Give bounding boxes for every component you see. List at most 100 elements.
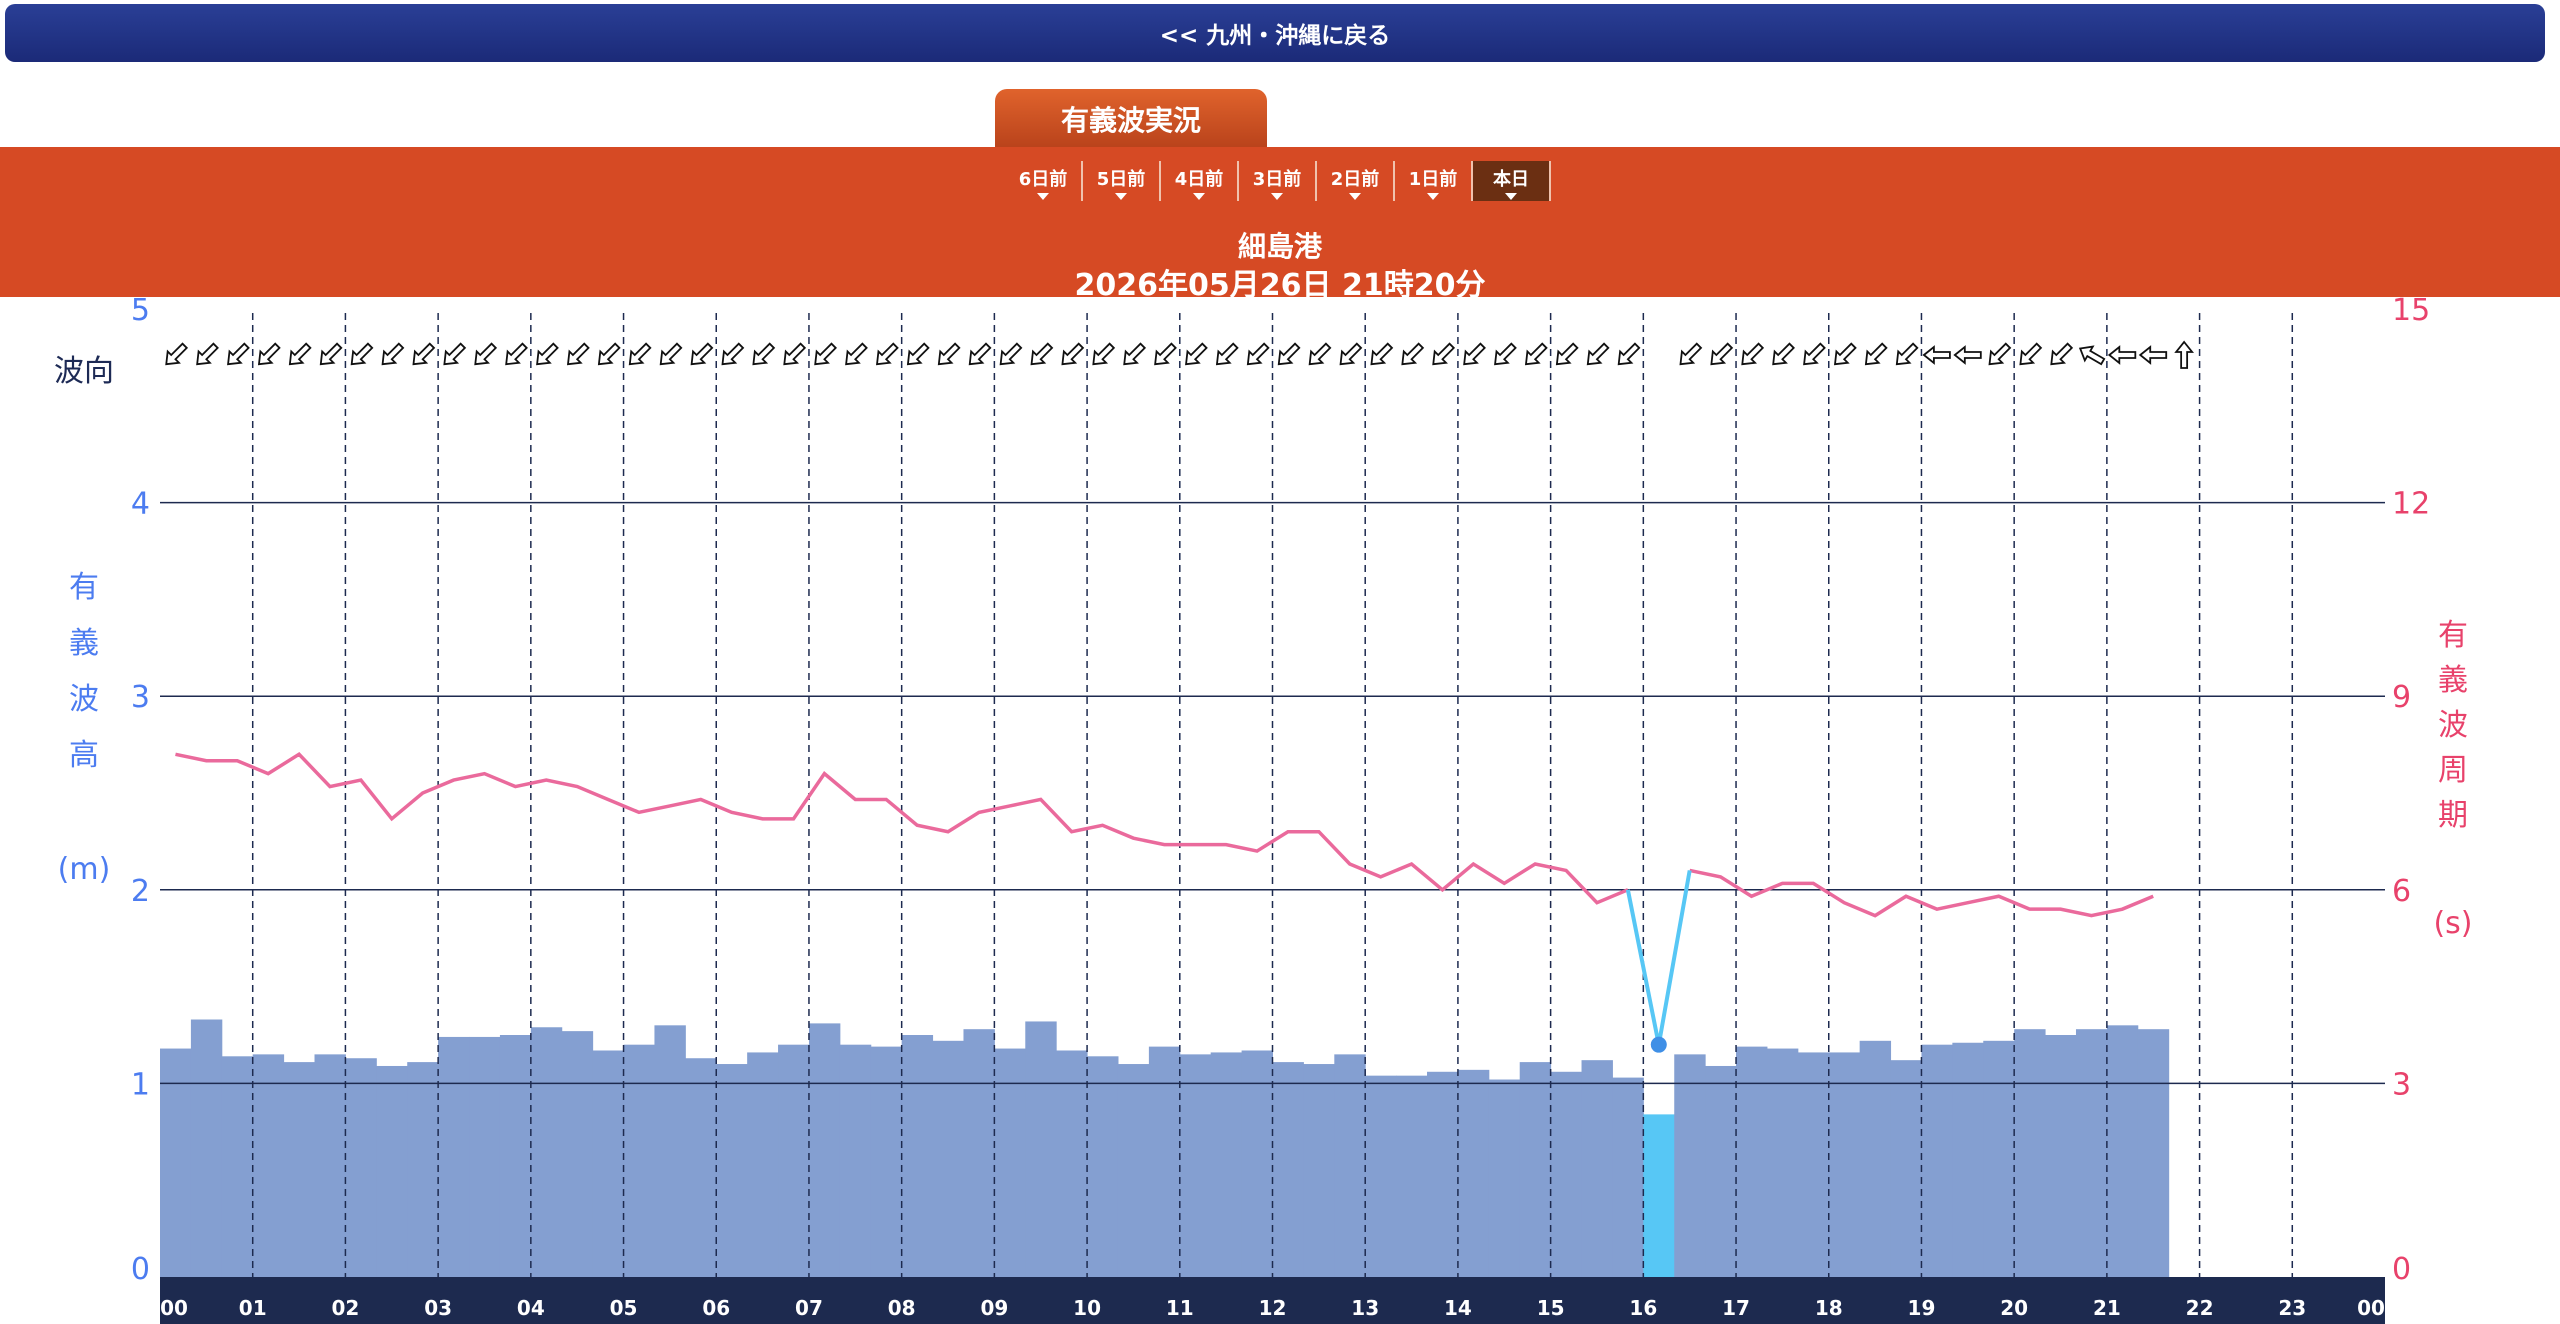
wave-height-bar[interactable] [1828,1052,1861,1277]
x-tick-label: 07 [795,1296,823,1320]
wave-height-bar[interactable] [2106,1025,2139,1277]
arrow-shape [474,342,498,366]
wave-height-bar[interactable] [1643,1114,1675,1277]
wave-direction-arrow-icon [257,342,281,366]
wave-direction-arrow-icon [1922,345,1951,365]
arrow-shape [1679,342,1703,366]
wave-height-bar[interactable] [839,1044,872,1277]
wave-height-bar[interactable] [252,1054,285,1277]
tab-4-days-ago[interactable]: 4日前 [1161,161,1239,201]
wave-height-bar[interactable] [1148,1046,1181,1277]
right-y-tick-label: 6 [2392,874,2411,909]
wave-height-bar[interactable] [2137,1029,2170,1277]
wave-height-bar[interactable] [283,1062,316,1277]
wave-height-bar[interactable] [685,1058,717,1277]
wave-height-bar[interactable] [1272,1062,1304,1277]
wave-height-bar[interactable] [1334,1054,1366,1277]
wave-height-bar[interactable] [1952,1042,1984,1277]
wave-height-bar[interactable] [1457,1069,1490,1277]
wave-direction-arrow-icon [845,342,868,366]
wave-direction-arrow-icon [566,342,590,366]
x-tick-label: 02 [331,1296,359,1320]
wave-direction-arrow-icon [381,342,405,366]
wave-height-bar[interactable] [1519,1062,1552,1277]
x-tick-label: 05 [610,1296,638,1320]
wave-height-bar[interactable] [530,1027,563,1277]
tab-today[interactable]: 本日 [1473,161,1551,201]
wave-height-bar[interactable] [1117,1064,1150,1277]
wave-height-bar[interactable] [1365,1075,1397,1277]
wave-height-bar[interactable] [190,1019,223,1277]
wave-height-bar[interactable] [345,1058,377,1277]
wave-height-bar[interactable] [1983,1040,2015,1277]
wave-height-bar[interactable] [1025,1021,1057,1277]
tab-6-days-ago[interactable]: 6日前 [1005,161,1083,201]
wave-height-bar[interactable] [314,1054,346,1277]
wave-height-bar[interactable] [870,1046,903,1277]
wave-height-bar[interactable] [221,1056,254,1277]
wave-height-bar[interactable] [407,1062,439,1277]
wave-height-bar[interactable] [1056,1050,1088,1277]
wave-direction-arrow-icon [1555,342,1579,366]
x-tick-label: 11 [1166,1296,1194,1320]
wave-height-bar[interactable] [1488,1079,1521,1277]
wave-height-bar[interactable] [592,1050,625,1277]
wave-height-bar[interactable] [1210,1052,1243,1277]
wave-height-bar[interactable] [438,1036,470,1277]
wave-height-bar[interactable] [1179,1054,1212,1277]
wave-height-bar[interactable] [1612,1077,1644,1277]
wave-height-bar[interactable] [932,1040,964,1277]
wave-height-bar[interactable] [1087,1056,1119,1277]
wave-height-bar[interactable] [1396,1075,1428,1277]
wave-height-bar[interactable] [963,1029,995,1277]
wave-direction-arrow-icon [1370,342,1394,366]
tab-2-days-ago[interactable]: 2日前 [1317,161,1395,201]
wave-height-bar[interactable] [1890,1060,1922,1277]
wave-height-bar[interactable] [2014,1029,2046,1277]
wave-height-bar[interactable] [1705,1065,1737,1277]
wave-height-bar[interactable] [1674,1054,1706,1277]
wave-height-bar[interactable] [1427,1071,1459,1277]
wave-height-bar[interactable] [499,1035,532,1277]
wave-height-bar[interactable] [1303,1064,1335,1277]
wave-height-bar[interactable] [469,1036,501,1277]
tab-3-days-ago[interactable]: 3日前 [1239,161,1317,201]
wave-height-bar[interactable] [716,1064,748,1277]
wave-height-bar[interactable] [778,1044,810,1277]
wave-height-bar[interactable] [1581,1060,1613,1277]
tab-1-day-ago[interactable]: 1日前 [1395,161,1473,201]
wave-height-bar[interactable] [561,1031,594,1277]
arrow-shape [2078,345,2106,366]
wave-direction-arrow-icon [1246,342,1270,366]
wave-direction-arrow-icon [443,342,467,366]
selected-point-marker[interactable] [1650,1036,1667,1053]
arrow-shape [690,342,714,366]
wave-height-bar[interactable] [1859,1040,1892,1277]
wave-height-bar[interactable] [2075,1029,2108,1277]
tab-label: 1日前 [1408,169,1458,190]
x-tick-label: 00 [160,1296,188,1320]
wave-height-bar[interactable] [654,1025,686,1277]
wave-height-bar[interactable] [808,1023,841,1277]
wave-height-bar[interactable] [1736,1046,1768,1277]
wave-height-bar[interactable] [1921,1044,1953,1277]
wave-height-bar[interactable] [1797,1052,1830,1277]
wave-height-bar[interactable] [2045,1035,2077,1277]
wave-height-bar[interactable] [747,1052,779,1277]
wave-chart: 00 01 02 03 04 05 06 07 08 09 10 11 12 13 14 15 16 17 18 19… [54,297,2473,1324]
arrow-shape [443,342,467,366]
left-y-tick-label: 4 [131,487,150,522]
arrow-shape [1741,342,1765,366]
wave-height-bar[interactable] [1241,1050,1273,1277]
arrow-shape [783,342,807,366]
wave-height-bar[interactable] [901,1035,934,1277]
chevron-down-icon [1115,193,1127,200]
wave-direction-arrow-icon [2078,345,2106,366]
x-tick-label: 17 [1722,1296,1750,1320]
wave-height-bar[interactable] [1550,1071,1583,1277]
tab-5-days-ago[interactable]: 5日前 [1083,161,1161,201]
wave-height-bar[interactable] [376,1065,408,1277]
wave-direction-arrow-icon [474,342,498,366]
back-to-kyushu-okinawa-button[interactable]: << 九州・沖縄に戻る [5,4,2545,62]
wave-height-bar[interactable] [623,1044,655,1277]
